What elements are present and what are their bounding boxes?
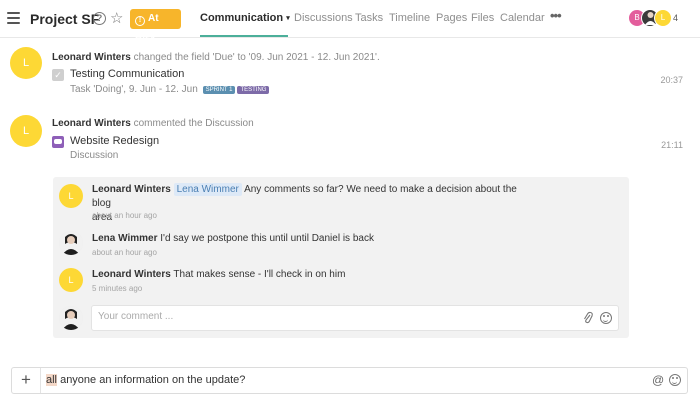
activity-author[interactable]: Leonard Winters <box>52 52 131 63</box>
member-avatar[interactable]: L <box>654 9 672 27</box>
mention-icon[interactable]: @ <box>652 373 664 387</box>
more-icon[interactable]: ••• <box>550 8 562 23</box>
current-user-avatar <box>59 306 83 330</box>
activity-text: Leonard Winters commented the Discussion <box>52 118 254 129</box>
activity-text: Leonard Winters changed the field 'Due' … <box>52 52 380 63</box>
tab-files[interactable]: Files <box>471 12 494 24</box>
activity-action: changed the field 'Due' to '09. Jun 2021… <box>133 52 380 63</box>
tab-tasks[interactable]: Tasks <box>355 12 383 24</box>
activity-action: commented the Discussion <box>133 118 254 129</box>
help-icon[interactable]: ? <box>93 12 106 25</box>
comment-author[interactable]: Lena Wimmer <box>92 233 157 244</box>
chevron-down-icon: ▾ <box>286 15 290 22</box>
task-link[interactable]: Testing Communication <box>70 68 184 80</box>
active-tab-indicator <box>200 35 288 37</box>
person-photo-icon <box>59 306 83 330</box>
star-icon[interactable]: ☆ <box>110 9 123 27</box>
alert-icon: ! <box>135 16 145 26</box>
add-attachment-button[interactable]: + <box>12 368 41 393</box>
avatar: L <box>59 184 83 208</box>
tab-calendar[interactable]: Calendar <box>500 12 545 24</box>
activity-author[interactable]: Leonard Winters <box>52 118 131 129</box>
tag-sprint: SPRINT 1 <box>202 86 236 94</box>
person-photo-icon <box>59 231 83 255</box>
menu-icon[interactable] <box>7 12 20 24</box>
tab-communication-label: Communication <box>200 12 284 24</box>
comment-body: I'd say we postpone this until until Dan… <box>160 233 374 244</box>
comment-text: Leonard Winters That makes sense - I'll … <box>92 269 345 280</box>
activity-time: 21:11 <box>661 140 683 150</box>
task-status: Task 'Doing', 9. Jun - 12. Jun <box>70 84 198 95</box>
emoji-icon[interactable] <box>600 312 612 324</box>
activity-time: 20:37 <box>660 75 683 85</box>
comment-text: Leonard Winters Lena Wimmer Any comments… <box>92 183 532 225</box>
comment-time: about an hour ago <box>92 248 157 257</box>
project-title[interactable]: Project SF <box>30 11 99 27</box>
discussion-type: Discussion <box>70 150 119 161</box>
tag-testing: TESTING <box>237 86 270 94</box>
checkbox-icon: ✓ <box>52 69 64 81</box>
discussion-link[interactable]: Website Redesign <box>70 135 159 147</box>
avatar: L <box>59 268 83 292</box>
comment-input[interactable] <box>98 311 568 322</box>
member-count[interactable]: 4 <box>673 13 678 23</box>
comment-author[interactable]: Leonard Winters <box>92 184 171 195</box>
comment-body: That makes sense - I'll check in on him <box>173 269 346 280</box>
highlighted-word: all <box>46 374 58 386</box>
reply-text: anyone an information on the update? <box>57 374 246 386</box>
emoji-icon[interactable] <box>669 374 681 386</box>
tab-timeline[interactable]: Timeline <box>389 12 430 24</box>
avatar: L <box>10 47 42 79</box>
tab-pages[interactable]: Pages <box>436 12 467 24</box>
attachment-icon[interactable] <box>582 311 594 328</box>
status-badge[interactable]: ! At Risk <box>130 9 181 44</box>
comment-time: about an hour ago <box>92 211 157 220</box>
reply-composer[interactable]: + all anyone an information on the updat… <box>11 367 688 394</box>
reply-input[interactable]: all anyone an information on the update? <box>46 374 245 386</box>
tab-communication[interactable]: Communication ▾ <box>200 12 290 24</box>
tab-discussions[interactable]: Discussions <box>294 12 353 24</box>
comment-thread: L Leonard Winters Lena Wimmer Any commen… <box>53 177 629 338</box>
task-meta: Task 'Doing', 9. Jun - 12. Jun SPRINT 1T… <box>70 84 270 95</box>
mention-link[interactable]: Lena Wimmer <box>173 183 242 196</box>
discussion-icon <box>52 136 64 148</box>
comment-box <box>91 305 619 331</box>
comment-time: 5 minutes ago <box>92 284 143 293</box>
avatar: L <box>10 115 42 147</box>
comment-text: Lena Wimmer I'd say we postpone this unt… <box>92 233 374 244</box>
avatar <box>59 231 83 255</box>
comment-author[interactable]: Leonard Winters <box>92 269 171 280</box>
top-bar: Project SF ? ☆ ! At Risk Communication ▾ … <box>0 0 700 44</box>
